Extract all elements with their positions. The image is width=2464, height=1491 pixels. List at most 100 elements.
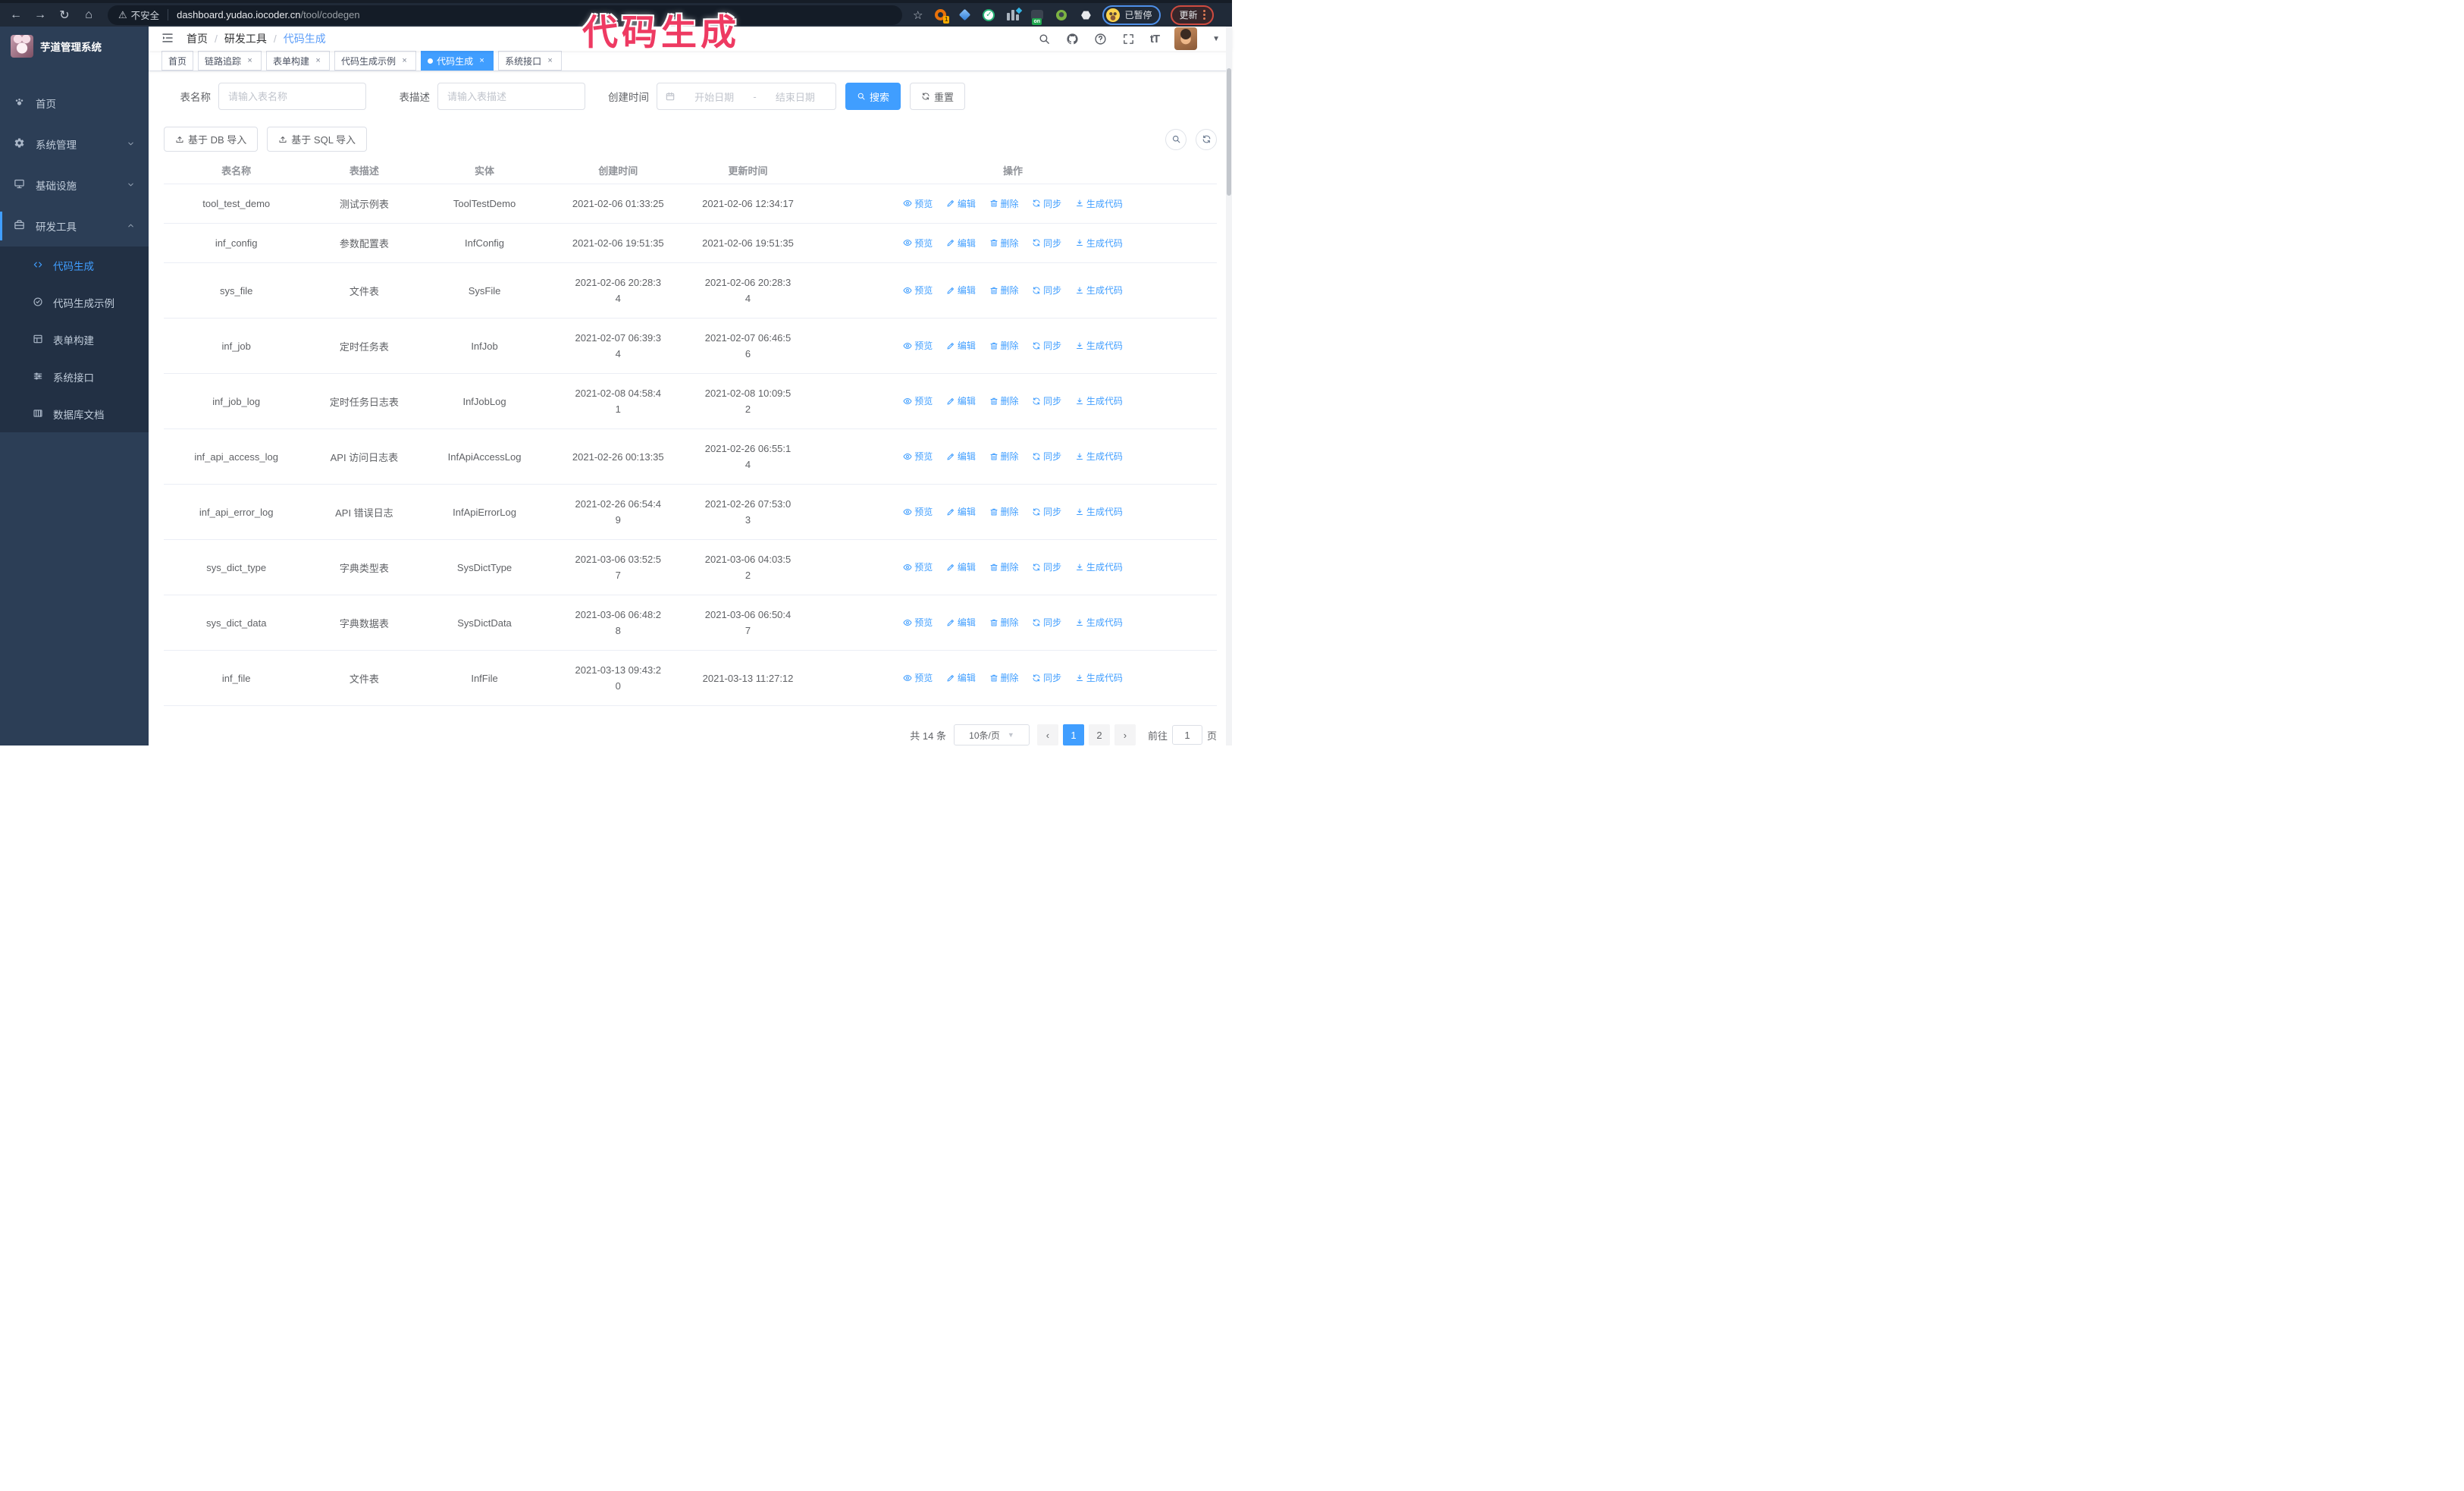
preview-link[interactable]: 预览 (903, 505, 933, 518)
sync-link[interactable]: 同步 (1032, 671, 1061, 684)
breadcrumb-devtools[interactable]: 研发工具 (224, 31, 267, 46)
extensions-puzzle-icon[interactable]: ⬣ (1079, 8, 1092, 22)
edit-link[interactable]: 编辑 (946, 394, 976, 407)
tab-tracing[interactable]: 链路追踪 × (198, 51, 262, 71)
sync-link[interactable]: 同步 (1032, 284, 1061, 297)
sync-link[interactable]: 同步 (1032, 394, 1061, 407)
security-label[interactable]: 不安全 (131, 8, 160, 22)
browser-reload-icon[interactable]: ↻ (55, 5, 74, 25)
generate-code-link[interactable]: 生成代码 (1075, 197, 1123, 210)
sync-link[interactable]: 同步 (1032, 197, 1061, 210)
preview-link[interactable]: 预览 (903, 671, 933, 684)
delete-link[interactable]: 删除 (989, 339, 1019, 352)
extension-icon-check[interactable]: ✓ (982, 8, 995, 22)
next-page-button[interactable]: › (1114, 724, 1136, 746)
close-icon[interactable]: × (400, 56, 409, 66)
reset-button[interactable]: 重置 (910, 83, 966, 110)
user-avatar[interactable] (1174, 27, 1198, 50)
tab-codegen[interactable]: 代码生成 × (421, 51, 494, 71)
preview-link[interactable]: 预览 (903, 560, 933, 573)
edit-link[interactable]: 编辑 (946, 505, 976, 518)
scrollbar-thumb[interactable] (1227, 68, 1231, 196)
preview-link[interactable]: 预览 (903, 339, 933, 352)
sync-link[interactable]: 同步 (1032, 339, 1061, 352)
delete-link[interactable]: 删除 (989, 284, 1019, 297)
search-button[interactable]: 搜索 (845, 83, 901, 110)
generate-code-link[interactable]: 生成代码 (1075, 671, 1123, 684)
sync-link[interactable]: 同步 (1032, 237, 1061, 250)
preview-link[interactable]: 预览 (903, 450, 933, 463)
sidebar-item-devtools[interactable]: 研发工具 (0, 206, 149, 246)
start-date-placeholder[interactable]: 开始日期 (682, 89, 747, 104)
github-icon[interactable] (1066, 33, 1079, 46)
sync-link[interactable]: 同步 (1032, 505, 1061, 518)
tab-form-builder[interactable]: 表单构建 × (266, 51, 331, 71)
address-bar[interactable]: ⚠ 不安全 dashboard.yudao.iocoder.cn/tool/co… (108, 5, 902, 25)
delete-link[interactable]: 删除 (989, 237, 1019, 250)
avatar-caret-icon[interactable]: ▼ (1212, 35, 1220, 43)
toggle-search-button[interactable] (1165, 128, 1187, 150)
edit-link[interactable]: 编辑 (946, 237, 976, 250)
generate-code-link[interactable]: 生成代码 (1075, 284, 1123, 297)
generate-code-link[interactable]: 生成代码 (1075, 560, 1123, 573)
window-scrollbar[interactable] (1226, 27, 1232, 746)
tab-system-api[interactable]: 系统接口 × (498, 51, 563, 71)
browser-forward-icon[interactable]: → (30, 5, 50, 25)
preview-link[interactable]: 预览 (903, 394, 933, 407)
delete-link[interactable]: 删除 (989, 560, 1019, 573)
sidebar-item-system[interactable]: 系统管理 (0, 124, 149, 165)
edit-link[interactable]: 编辑 (946, 671, 976, 684)
close-icon[interactable]: × (545, 56, 555, 66)
refresh-button[interactable] (1196, 128, 1217, 150)
browser-menu-icon[interactable] (1203, 10, 1206, 20)
page-button-1[interactable]: 1 (1062, 724, 1084, 746)
edit-link[interactable]: 编辑 (946, 284, 976, 297)
sidebar-item-system-api[interactable]: 系统接口 (0, 358, 149, 395)
hamburger-icon[interactable] (161, 31, 174, 47)
table-name-input[interactable] (218, 83, 366, 110)
help-icon[interactable] (1094, 33, 1107, 46)
edit-link[interactable]: 编辑 (946, 339, 976, 352)
edit-link[interactable]: 编辑 (946, 560, 976, 573)
sidebar-item-codegen[interactable]: 代码生成 (0, 246, 149, 284)
import-sql-button[interactable]: 基于 SQL 导入 (267, 127, 368, 152)
delete-link[interactable]: 删除 (989, 505, 1019, 518)
sync-link[interactable]: 同步 (1032, 616, 1061, 629)
edit-link[interactable]: 编辑 (946, 450, 976, 463)
page-size-select[interactable]: 10条/页 ▼ (953, 724, 1030, 746)
table-desc-input[interactable] (437, 83, 585, 110)
bookmark-star-icon[interactable]: ☆ (913, 8, 923, 22)
generate-code-link[interactable]: 生成代码 (1075, 394, 1123, 407)
browser-update-button[interactable]: 更新 (1171, 5, 1215, 25)
import-db-button[interactable]: 基于 DB 导入 (164, 127, 259, 152)
close-icon[interactable]: × (245, 56, 255, 66)
brand[interactable]: 芋道管理系统 (0, 27, 149, 66)
generate-code-link[interactable]: 生成代码 (1075, 505, 1123, 518)
edit-link[interactable]: 编辑 (946, 616, 976, 629)
generate-code-link[interactable]: 生成代码 (1075, 339, 1123, 352)
preview-link[interactable]: 预览 (903, 197, 933, 210)
close-icon[interactable]: × (313, 56, 323, 66)
delete-link[interactable]: 删除 (989, 671, 1019, 684)
sidebar-item-codegen-example[interactable]: 代码生成示例 (0, 284, 149, 321)
page-button-2[interactable]: 2 (1088, 724, 1110, 746)
close-icon[interactable]: × (477, 56, 487, 66)
delete-link[interactable]: 删除 (989, 394, 1019, 407)
preview-link[interactable]: 预览 (903, 284, 933, 297)
preview-link[interactable]: 预览 (903, 616, 933, 629)
search-icon[interactable] (1038, 33, 1051, 46)
sync-link[interactable]: 同步 (1032, 560, 1061, 573)
sidebar-item-home[interactable]: 首页 (0, 83, 149, 124)
font-size-icon[interactable]: tT (1150, 33, 1160, 46)
browser-back-icon[interactable]: ← (6, 5, 26, 25)
generate-code-link[interactable]: 生成代码 (1075, 237, 1123, 250)
sidebar-item-infra[interactable]: 基础设施 (0, 165, 149, 206)
fullscreen-icon[interactable] (1122, 33, 1135, 46)
end-date-placeholder[interactable]: 结束日期 (763, 89, 828, 104)
delete-link[interactable]: 删除 (989, 197, 1019, 210)
sync-link[interactable]: 同步 (1032, 450, 1061, 463)
generate-code-link[interactable]: 生成代码 (1075, 450, 1123, 463)
extension-icon-orange[interactable]: 1 (933, 8, 950, 24)
goto-page-input[interactable] (1171, 725, 1202, 745)
sidebar-item-db-doc[interactable]: 数据库文档 (0, 395, 149, 432)
